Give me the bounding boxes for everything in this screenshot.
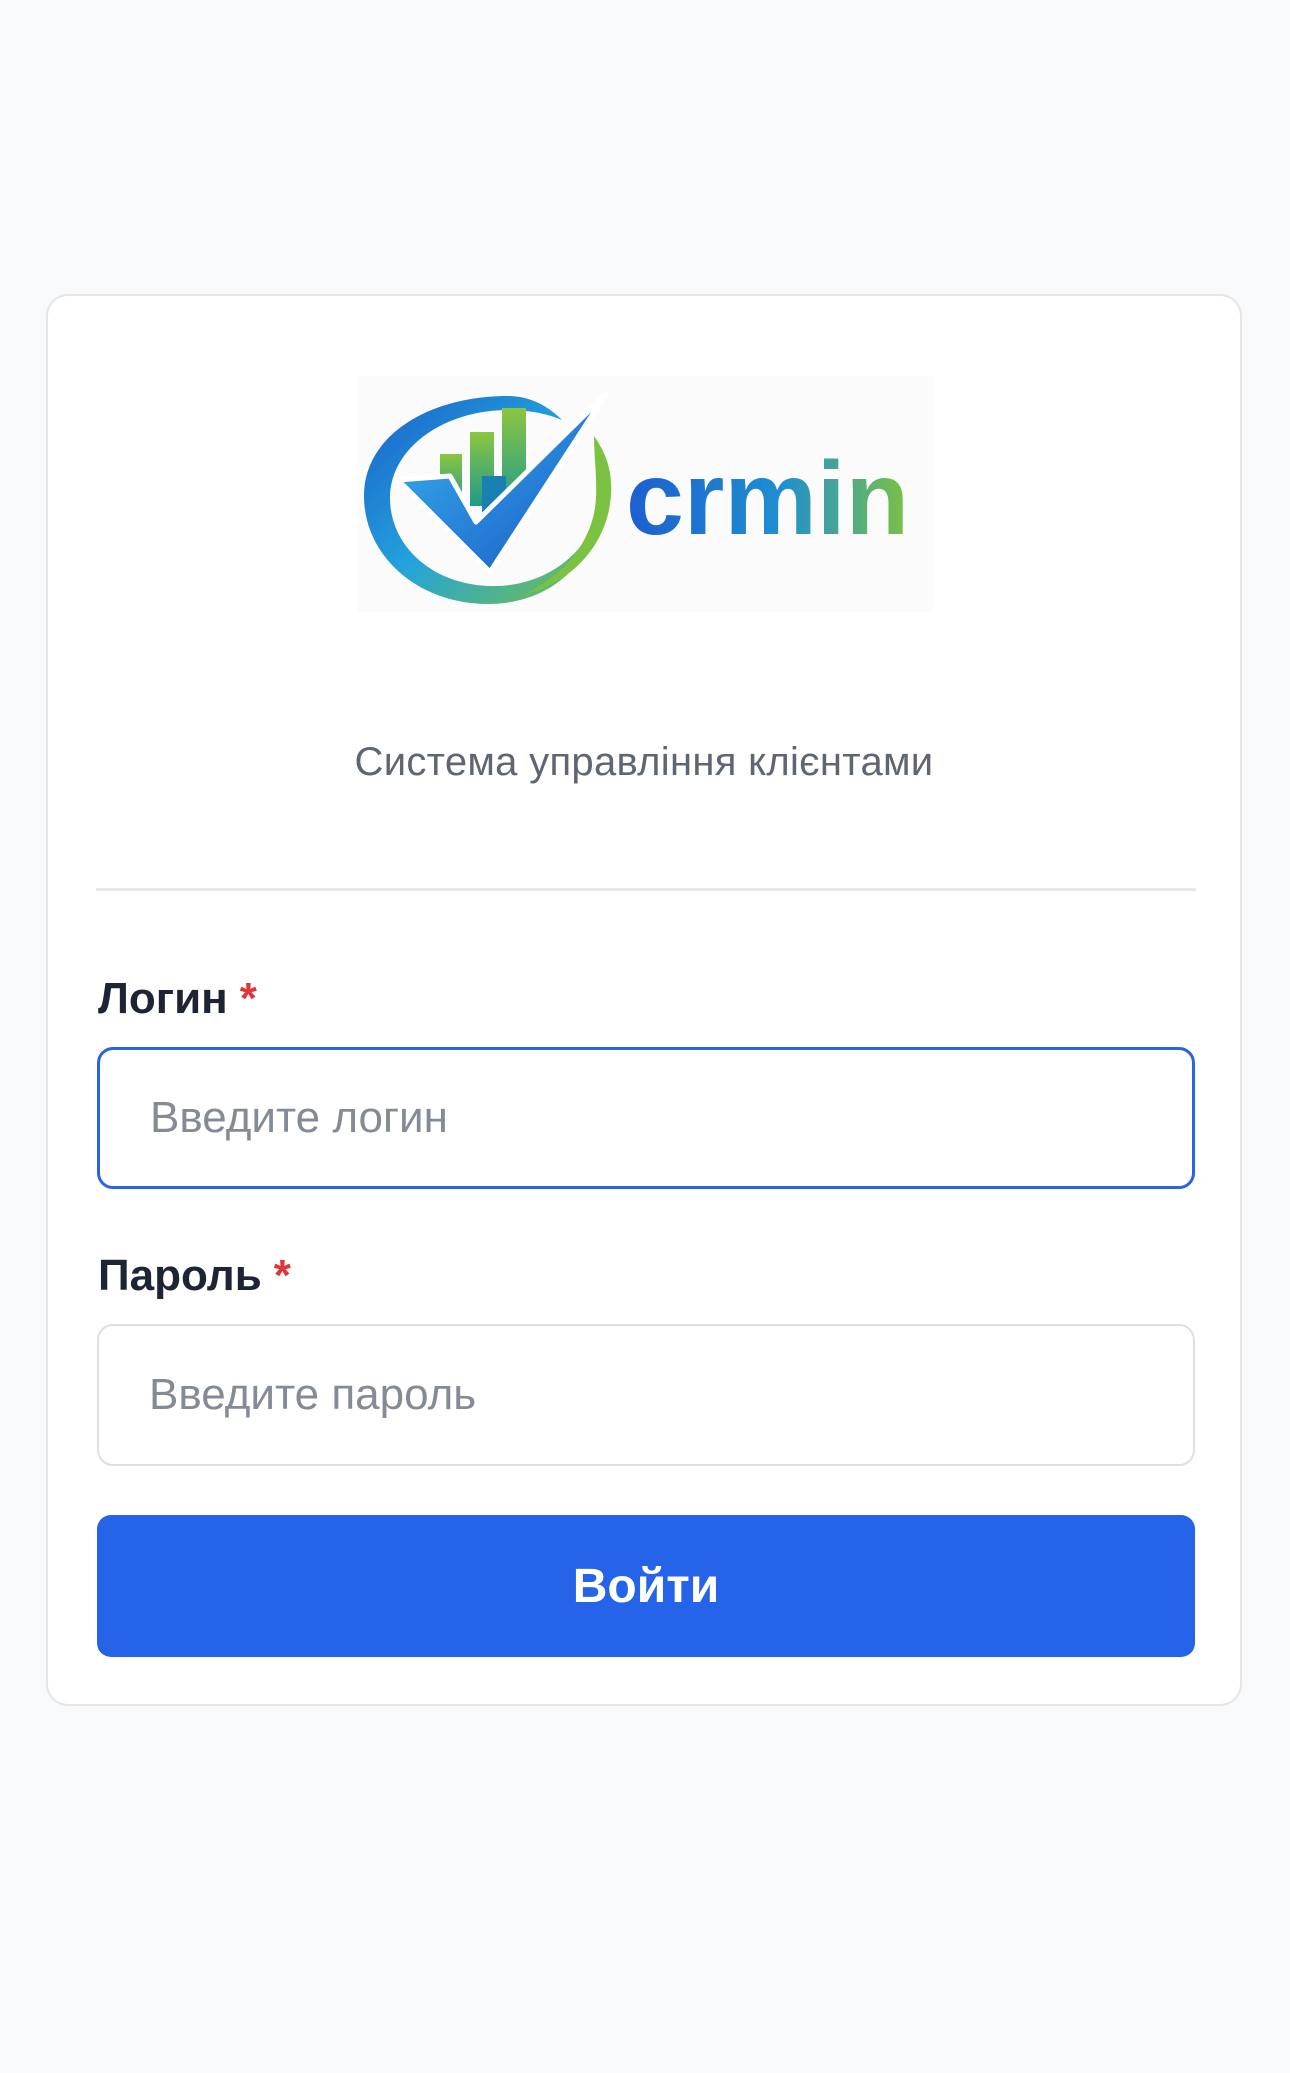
crmin-logo: crmin (358, 376, 933, 612)
login-label: Логин * (98, 974, 257, 1024)
login-label-text: Логин (98, 974, 228, 1023)
password-required-mark: * (273, 1251, 291, 1300)
app-subtitle: Система управління клієнтами (354, 740, 934, 784)
divider (96, 888, 1196, 891)
logo-emblem-icon: crmin (364, 391, 909, 604)
login-submit-button[interactable]: Войти (97, 1515, 1195, 1657)
password-label-text: Пароль (98, 1251, 262, 1300)
password-input[interactable] (97, 1324, 1195, 1466)
login-card: crmin Система управління клієнтами Логин… (46, 294, 1242, 1706)
login-input[interactable] (97, 1047, 1195, 1189)
password-label: Пароль * (98, 1251, 291, 1301)
svg-text:crmin: crmin (626, 441, 909, 557)
login-required-mark: * (239, 974, 257, 1023)
